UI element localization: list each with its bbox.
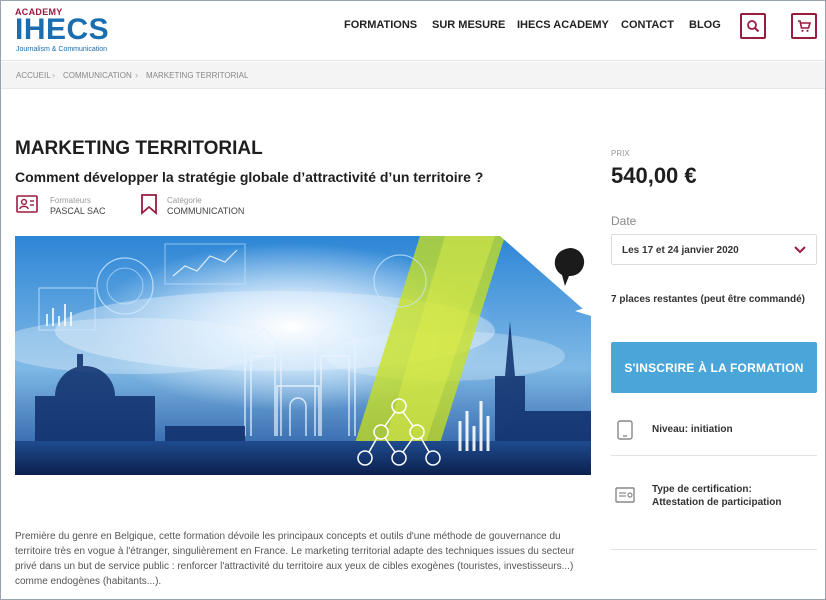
breadcrumb: ACCUEIL › COMMUNICATION › MARKETING TERR… [1,62,825,89]
trainer-icon [16,195,38,213]
trainer-label: Formateurs [50,196,91,205]
logo-tagline: Journalism & Communication [16,46,108,53]
breadcrumb-current: MARKETING TERRITORIAL [146,71,249,80]
price-label: PRIX [611,149,630,158]
divider [611,455,817,456]
ihecs-academy-logo[interactable]: ACADEMY IHECS Journalism & Communication [15,7,125,57]
breadcrumb-accueil[interactable]: ACCUEIL [16,71,51,80]
register-button[interactable]: S'INSCRIRE À LA FORMATION [611,342,817,393]
chevron-down-icon [794,246,806,254]
search-icon [747,20,760,33]
bookmark-icon [141,194,157,215]
nav-sur-mesure[interactable]: SUR MESURE [432,19,505,33]
breadcrumb-separator-icon: › [135,70,138,80]
date-select-value: Les 17 et 24 janvier 2020 [622,245,739,256]
breadcrumb-communication[interactable]: COMMUNICATION [63,71,132,80]
date-label: Date [611,214,637,228]
trainer-name[interactable]: PASCAL SAC [50,206,106,216]
certification-type-value: Attestation de participation [652,497,782,508]
nav-formations[interactable]: FORMATIONS [344,19,417,33]
certification-type-label: Type de certification: [652,484,752,495]
divider [611,549,817,550]
cart-icon [798,20,811,32]
search-button[interactable] [740,13,766,39]
level-text: Niveau: initiation [652,424,733,435]
category-value[interactable]: COMMUNICATION [167,206,244,216]
course-description: Première du genre en Belgique, cette for… [15,531,575,587]
cart-button[interactable] [791,13,817,39]
category-label: Catégorie [167,196,202,205]
logo-ihecs-text: IHECS [15,13,110,46]
course-subtitle: Comment développer la stratégie globale … [15,169,484,185]
site-header: ACADEMY IHECS Journalism & Communication… [1,1,825,61]
date-select[interactable]: Les 17 et 24 janvier 2020 [611,234,817,265]
city-skyline-illustration [15,236,591,475]
nav-ihecs-academy[interactable]: IHECS ACADEMY [517,19,609,33]
tablet-icon [617,420,633,440]
nav-blog[interactable]: BLOG [689,19,721,33]
page-frame: ACADEMY IHECS Journalism & Communication… [0,0,826,600]
certification-info: Type de certification: Attestation de pa… [611,482,817,512]
certificate-icon [615,487,635,503]
nav-contact[interactable]: CONTACT [621,19,674,33]
page-title: MARKETING TERRITORIAL [15,138,263,159]
breadcrumb-separator-icon: › [52,70,55,80]
places-remaining: 7 places restantes (peut être commandé) [611,294,805,305]
course-price: 540,00 € [611,163,697,188]
course-hero-image [15,236,591,475]
level-info: Niveau: initiation [611,417,817,443]
